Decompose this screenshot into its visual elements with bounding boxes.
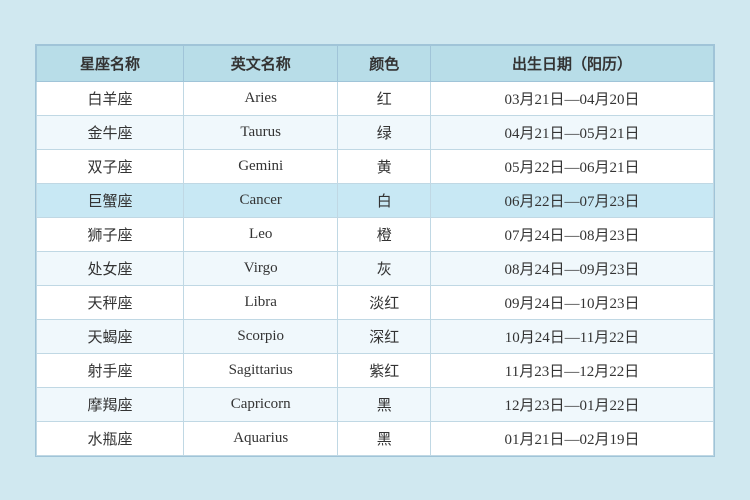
cell-color: 白 xyxy=(338,183,431,217)
cell-english: Aquarius xyxy=(183,421,337,455)
cell-english: Gemini xyxy=(183,149,337,183)
cell-chinese: 摩羯座 xyxy=(37,387,184,421)
cell-color: 黄 xyxy=(338,149,431,183)
cell-dates: 08月24日—09月23日 xyxy=(430,251,713,285)
cell-chinese: 双子座 xyxy=(37,149,184,183)
cell-color: 淡红 xyxy=(338,285,431,319)
col-header-english: 英文名称 xyxy=(183,45,337,81)
table-row: 金牛座Taurus绿04月21日—05月21日 xyxy=(37,115,714,149)
cell-dates: 12月23日—01月22日 xyxy=(430,387,713,421)
table-row: 水瓶座Aquarius黑01月21日—02月19日 xyxy=(37,421,714,455)
cell-chinese: 射手座 xyxy=(37,353,184,387)
table-row: 天秤座Libra淡红09月24日—10月23日 xyxy=(37,285,714,319)
cell-color: 黑 xyxy=(338,387,431,421)
cell-dates: 05月22日—06月21日 xyxy=(430,149,713,183)
col-header-chinese: 星座名称 xyxy=(37,45,184,81)
cell-chinese: 金牛座 xyxy=(37,115,184,149)
cell-color: 黑 xyxy=(338,421,431,455)
table-row: 处女座Virgo灰08月24日—09月23日 xyxy=(37,251,714,285)
cell-english: Leo xyxy=(183,217,337,251)
cell-chinese: 水瓶座 xyxy=(37,421,184,455)
cell-english: Aries xyxy=(183,81,337,115)
table-row: 摩羯座Capricorn黑12月23日—01月22日 xyxy=(37,387,714,421)
cell-chinese: 处女座 xyxy=(37,251,184,285)
cell-color: 深红 xyxy=(338,319,431,353)
cell-dates: 07月24日—08月23日 xyxy=(430,217,713,251)
cell-english: Virgo xyxy=(183,251,337,285)
cell-chinese: 天秤座 xyxy=(37,285,184,319)
cell-color: 红 xyxy=(338,81,431,115)
cell-color: 紫红 xyxy=(338,353,431,387)
cell-dates: 04月21日—05月21日 xyxy=(430,115,713,149)
cell-color: 绿 xyxy=(338,115,431,149)
cell-dates: 03月21日—04月20日 xyxy=(430,81,713,115)
cell-english: Cancer xyxy=(183,183,337,217)
cell-chinese: 狮子座 xyxy=(37,217,184,251)
cell-color: 橙 xyxy=(338,217,431,251)
table-row: 射手座Sagittarius紫红11月23日—12月22日 xyxy=(37,353,714,387)
table-row: 狮子座Leo橙07月24日—08月23日 xyxy=(37,217,714,251)
cell-dates: 01月21日—02月19日 xyxy=(430,421,713,455)
cell-english: Taurus xyxy=(183,115,337,149)
cell-english: Capricorn xyxy=(183,387,337,421)
cell-dates: 10月24日—11月22日 xyxy=(430,319,713,353)
table-row: 天蝎座Scorpio深红10月24日—11月22日 xyxy=(37,319,714,353)
col-header-color: 颜色 xyxy=(338,45,431,81)
table-row: 白羊座Aries红03月21日—04月20日 xyxy=(37,81,714,115)
cell-dates: 11月23日—12月22日 xyxy=(430,353,713,387)
cell-chinese: 巨蟹座 xyxy=(37,183,184,217)
cell-dates: 06月22日—07月23日 xyxy=(430,183,713,217)
col-header-dates: 出生日期（阳历） xyxy=(430,45,713,81)
cell-chinese: 天蝎座 xyxy=(37,319,184,353)
cell-english: Scorpio xyxy=(183,319,337,353)
cell-dates: 09月24日—10月23日 xyxy=(430,285,713,319)
table-row: 巨蟹座Cancer白06月22日—07月23日 xyxy=(37,183,714,217)
cell-english: Sagittarius xyxy=(183,353,337,387)
table-header-row: 星座名称 英文名称 颜色 出生日期（阳历） xyxy=(37,45,714,81)
table-body: 白羊座Aries红03月21日—04月20日金牛座Taurus绿04月21日—0… xyxy=(37,81,714,455)
table-row: 双子座Gemini黄05月22日—06月21日 xyxy=(37,149,714,183)
zodiac-table: 星座名称 英文名称 颜色 出生日期（阳历） 白羊座Aries红03月21日—04… xyxy=(36,45,714,456)
zodiac-table-container: 星座名称 英文名称 颜色 出生日期（阳历） 白羊座Aries红03月21日—04… xyxy=(35,44,715,457)
cell-english: Libra xyxy=(183,285,337,319)
cell-chinese: 白羊座 xyxy=(37,81,184,115)
cell-color: 灰 xyxy=(338,251,431,285)
